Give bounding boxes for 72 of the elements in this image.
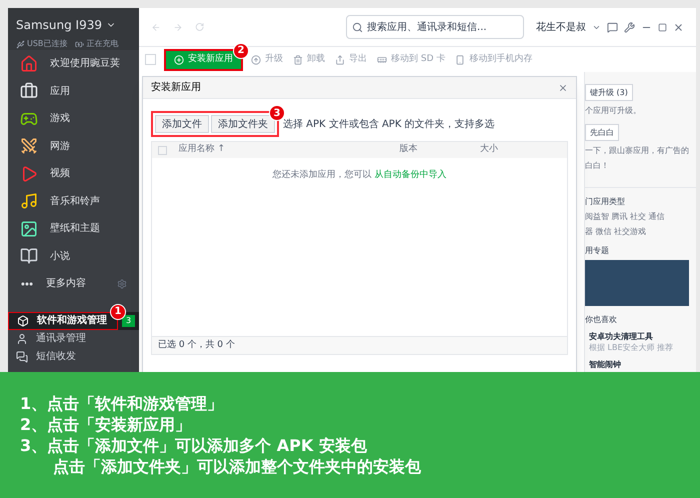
dialog-title: 安装新应用 bbox=[151, 80, 202, 95]
plus-icon bbox=[174, 54, 184, 64]
swords-icon bbox=[20, 137, 38, 156]
nav-item[interactable]: 通讯录管理 bbox=[8, 330, 118, 348]
person-icon bbox=[16, 332, 28, 344]
memory-card-icon bbox=[377, 54, 387, 64]
column-header[interactable]: 大小 bbox=[480, 143, 562, 157]
section-title: 用专题 bbox=[585, 245, 610, 256]
select-all-checkbox[interactable] bbox=[145, 54, 156, 65]
empty-message: 您还未添加应用，您可以 从自动备份中导入 bbox=[272, 170, 446, 180]
category-links[interactable]: 器 微信 社交游戏 bbox=[585, 226, 696, 237]
settings-icon[interactable] bbox=[117, 278, 127, 289]
app-name[interactable]: 智能闹钟 bbox=[589, 359, 621, 370]
device-name[interactable]: Samsung I939 bbox=[16, 16, 102, 34]
step-marker: 2 bbox=[233, 42, 249, 58]
briefcase-icon bbox=[20, 82, 38, 100]
trash-icon bbox=[293, 54, 303, 64]
nav-item[interactable]: 游戏 bbox=[8, 105, 139, 132]
step-marker: 1 bbox=[110, 304, 126, 320]
message-icon[interactable] bbox=[607, 22, 618, 32]
book-icon bbox=[20, 247, 38, 266]
column-header[interactable]: 版本 bbox=[399, 143, 480, 157]
user-menu[interactable]: 花生不是叔 bbox=[536, 20, 586, 34]
caption-line: 1、点击「软件和游戏管理」 bbox=[20, 393, 224, 414]
add-file-button[interactable]: 添加文件 bbox=[155, 115, 209, 133]
header-checkbox[interactable] bbox=[158, 146, 167, 154]
nav-item[interactable]: 小说 bbox=[8, 242, 139, 270]
section-title: 门应用类型 bbox=[585, 187, 696, 207]
clean-button[interactable]: 先白白 bbox=[585, 124, 619, 141]
house-icon bbox=[20, 54, 38, 73]
usb-icon bbox=[16, 40, 25, 48]
section-title: 你也喜欢 bbox=[585, 314, 618, 325]
add-file-button[interactable]: 添加文件夹 bbox=[211, 115, 275, 133]
status-text: USB已连接 bbox=[27, 38, 68, 50]
nav-item[interactable]: 短信收发 bbox=[8, 348, 118, 366]
nav-item[interactable]: 欢迎使用豌豆荚 bbox=[8, 50, 139, 78]
nav-item[interactable]: 视频 bbox=[8, 160, 139, 188]
play-icon bbox=[20, 164, 38, 183]
caption-line: 2、点击「安装新应用」 bbox=[20, 414, 192, 435]
dialog-hint: 选择 APK 文件或包含 APK 的文件夹，支持多选 bbox=[283, 118, 495, 132]
status-text: 正在充电 bbox=[86, 38, 118, 50]
chat-icon bbox=[16, 350, 28, 362]
clean-note: 一下，跟山寨应用，有广告的 bbox=[585, 145, 690, 156]
column-header[interactable]: 应用名称 ↑ bbox=[178, 143, 400, 157]
nav-item[interactable]: 壁纸和主题 bbox=[8, 215, 139, 242]
selection-count: 已选 0 个，共 0 个 bbox=[158, 338, 235, 352]
caption-line: 点击「添加文件夹」可以添加整个文件夹中的安装包 bbox=[52, 456, 421, 477]
category-links[interactable]: 阅益智 腾讯 社交 通信 bbox=[585, 211, 696, 222]
app-name[interactable]: 安卓功夫清理工具 bbox=[589, 331, 653, 342]
clean-note: 白白！ bbox=[585, 160, 610, 171]
nav-item[interactable]: 更多内容 bbox=[8, 270, 139, 298]
nav-item[interactable]: 网游 bbox=[8, 132, 139, 160]
close-icon[interactable] bbox=[673, 22, 684, 32]
upgrade-all-button[interactable]: 键升级 (3) bbox=[585, 84, 633, 101]
maximize-icon[interactable] bbox=[658, 22, 668, 32]
step-marker: 3 bbox=[269, 105, 285, 121]
export-icon bbox=[335, 54, 345, 64]
wrench-icon[interactable] bbox=[624, 22, 636, 32]
battery-icon bbox=[75, 40, 84, 48]
nav-item[interactable]: 音乐和铃声 bbox=[8, 188, 139, 215]
upgrade-note: 个应用可升级。 bbox=[585, 105, 642, 116]
caption-line: 3、点击「添加文件」可以添加多个 APK 安装包 bbox=[20, 435, 367, 456]
search-icon bbox=[352, 22, 364, 33]
upload-icon bbox=[251, 54, 261, 64]
phone-icon bbox=[455, 54, 466, 64]
music-note-icon bbox=[20, 192, 38, 210]
search-field[interactable]: 搜索应用、通讯录和短信... bbox=[346, 15, 524, 39]
box-icon bbox=[17, 314, 29, 326]
close-icon[interactable] bbox=[558, 82, 568, 92]
picture-icon bbox=[20, 220, 38, 238]
nav-item[interactable]: 应用 bbox=[8, 78, 139, 105]
app-note: 根据 LBE安全大师 推荐 bbox=[589, 342, 674, 353]
